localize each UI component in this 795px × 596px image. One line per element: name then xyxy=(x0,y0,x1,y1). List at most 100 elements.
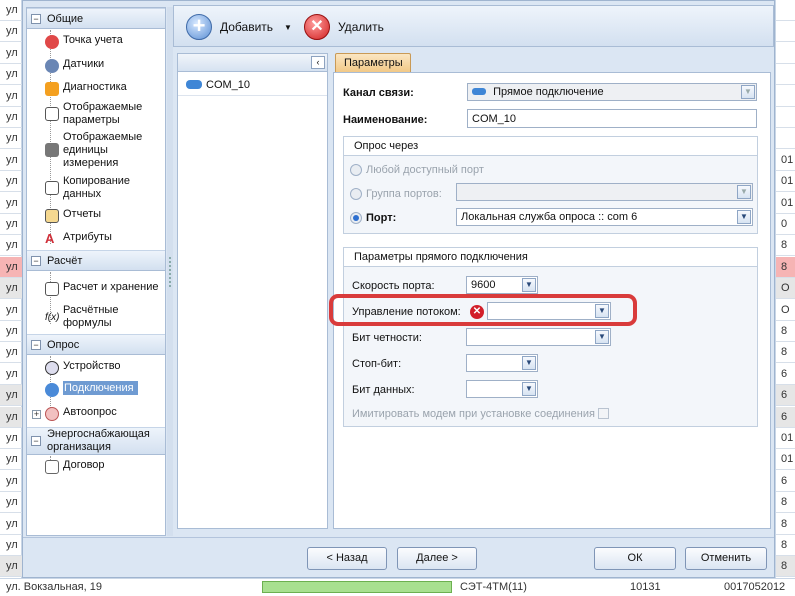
background-cell: 8 xyxy=(776,235,795,257)
connection-list: ‹ COM_10 xyxy=(177,53,328,529)
nav-item-contract[interactable]: Договор xyxy=(27,459,165,474)
background-cell: ул xyxy=(0,214,22,235)
background-cell: 8 xyxy=(776,535,795,556)
background-grid-right: 01 01 01 0 8 8 О О 8 8 6 6 6 01 01 6 8 8 8 8 xyxy=(775,0,795,596)
params-pane: Параметры Канал связи: Прямое подключени… xyxy=(333,53,771,529)
background-cell: 01 xyxy=(776,193,795,214)
nav-item-copy-data[interactable]: Копирование данных xyxy=(27,175,147,201)
background-cell: 6 xyxy=(776,385,795,407)
nav-item-calc-storage[interactable]: Расчет и хранение xyxy=(27,281,165,296)
nav-item-reports[interactable]: Отчеты xyxy=(27,208,165,223)
port-label: Порт: xyxy=(366,212,397,224)
background-cell: ул xyxy=(0,428,22,449)
nav-item-display-params[interactable]: Отображаемые параметры xyxy=(27,101,147,127)
chevron-down-icon[interactable]: ▼ xyxy=(741,85,755,99)
delete-icon[interactable]: ✕ xyxy=(304,14,330,40)
nav-item-point[interactable]: Точка учета xyxy=(27,34,165,49)
delete-button[interactable]: Удалить xyxy=(338,14,384,40)
ok-button[interactable]: ОК xyxy=(594,547,676,570)
chevron-down-icon[interactable]: ▼ xyxy=(522,382,536,396)
name-label: Наименование: xyxy=(343,114,428,126)
chevron-down-icon[interactable]: ▼ xyxy=(522,356,536,370)
nav-item-connections[interactable]: Подключения xyxy=(27,381,165,397)
reports-icon xyxy=(45,209,59,223)
background-cell: 01 xyxy=(776,449,795,471)
back-button[interactable]: < Назад xyxy=(307,547,387,570)
collapse-icon[interactable]: − xyxy=(31,256,41,266)
tab-parameters[interactable]: Параметры xyxy=(335,53,411,72)
collapse-icon[interactable]: − xyxy=(31,340,41,350)
background-cell: 6 xyxy=(776,406,795,428)
background-cell: 8 xyxy=(776,256,795,278)
port-select[interactable]: Локальная служба опроса :: com 6 ▼ xyxy=(456,208,753,226)
attributes-icon: A xyxy=(45,231,55,246)
nav-item-autopoll[interactable]: Автоопрос xyxy=(27,406,165,421)
background-cell: ул xyxy=(0,150,22,171)
background-cell: ул xyxy=(0,321,22,342)
nav-item-display-units[interactable]: Отображаемые единицы измерения xyxy=(27,131,147,170)
radio-port[interactable] xyxy=(350,212,362,224)
chevron-down-icon: ▼ xyxy=(737,185,751,199)
background-cell: ул xyxy=(0,21,22,43)
collapse-icon[interactable]: − xyxy=(31,436,41,446)
background-cell: ул xyxy=(0,556,22,578)
speed-select[interactable]: 9600 ▼ xyxy=(466,276,538,294)
background-cell xyxy=(776,128,795,150)
list-item[interactable]: COM_10 xyxy=(178,74,327,96)
background-cell: ул xyxy=(0,535,22,556)
background-cell: 0 xyxy=(776,214,795,235)
add-dropdown-icon[interactable]: ▼ xyxy=(284,14,292,40)
chevron-down-icon[interactable]: ▼ xyxy=(522,278,536,292)
port-group-select: ▼ xyxy=(456,183,753,201)
speed-label: Скорость порта: xyxy=(352,280,435,292)
dialog-footer: < Назад Далее > ОК Отменить xyxy=(23,537,774,577)
modem-checkbox[interactable] xyxy=(598,408,609,419)
radio-port-group[interactable] xyxy=(350,188,362,200)
cancel-button[interactable]: Отменить xyxy=(685,547,767,570)
direct-params-group: Параметры прямого подключения Скорость п… xyxy=(343,247,758,427)
data-bits-select[interactable]: ▼ xyxy=(466,380,538,398)
background-cell: ул xyxy=(0,171,22,193)
connections-icon xyxy=(45,383,59,397)
stop-bit-select[interactable]: ▼ xyxy=(466,354,538,372)
chevron-down-icon[interactable]: ▼ xyxy=(737,210,751,224)
nav-item-sensors[interactable]: Датчики xyxy=(27,58,165,73)
background-grid-left: ул ул ул ул ул ул ул ул ул ул ул ул ул ул ул ул ул ул ул ул… xyxy=(0,0,22,596)
channel-select[interactable]: Прямое подключение ▼ xyxy=(467,83,757,101)
nav-group-poll[interactable]: − Опрос xyxy=(27,334,165,355)
radio-any-port[interactable] xyxy=(350,164,362,176)
background-cell: ул xyxy=(0,107,22,128)
nav-group-supplier[interactable]: − Энергоснабжающая организация xyxy=(27,427,165,455)
cable-icon xyxy=(472,88,486,95)
bottom-device: СЭТ-4ТМ(11) xyxy=(460,581,527,593)
chevron-down-icon[interactable]: ▼ xyxy=(595,330,609,344)
background-cell: ул xyxy=(0,364,22,385)
nav-group-general[interactable]: − Общие xyxy=(27,8,165,29)
background-cell: 01 xyxy=(776,428,795,449)
calc-icon xyxy=(45,282,59,296)
bottom-status-bar xyxy=(262,581,452,593)
parity-label: Бит четности: xyxy=(352,332,422,344)
background-cell: 8 xyxy=(776,321,795,342)
parity-select[interactable]: ▼ xyxy=(466,328,611,346)
device-icon xyxy=(45,361,59,375)
stop-bit-label: Стоп-бит: xyxy=(352,358,402,370)
nav-item-diagnostics[interactable]: Диагностика xyxy=(27,81,165,96)
background-cell: ул xyxy=(0,43,22,64)
background-cell: ул xyxy=(0,300,22,321)
nav-item-formulas[interactable]: f(x) Расчётные формулы xyxy=(27,304,147,330)
name-field[interactable]: COM_10 xyxy=(467,109,757,128)
nav-group-calc[interactable]: − Расчёт xyxy=(27,250,165,271)
add-icon[interactable]: + xyxy=(186,14,212,40)
background-cell: ул xyxy=(0,193,22,214)
next-button[interactable]: Далее > xyxy=(397,547,477,570)
add-button[interactable]: Добавить xyxy=(220,14,273,40)
list-header: ‹ xyxy=(178,54,327,72)
nav-item-device[interactable]: Устройство xyxy=(27,360,165,375)
nav-item-attributes[interactable]: A Атрибуты xyxy=(27,231,165,246)
sensor-icon xyxy=(45,59,59,73)
channel-label: Канал связи: xyxy=(343,87,414,99)
collapse-icon[interactable]: − xyxy=(31,14,41,24)
collapse-left-icon[interactable]: ‹ xyxy=(311,56,325,69)
any-port-label: Любой доступный порт xyxy=(366,164,484,176)
